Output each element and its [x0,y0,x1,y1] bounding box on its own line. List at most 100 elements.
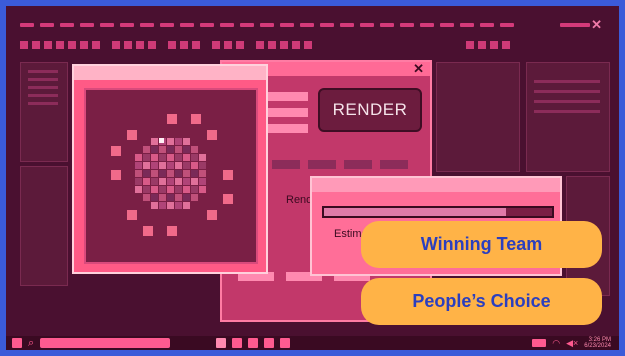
title-dash [360,23,374,27]
menu-item[interactable] [32,41,40,49]
render-button[interactable]: RENDER [318,88,422,132]
title-dash [100,23,114,27]
menu-item[interactable] [44,41,52,49]
menu-item[interactable] [136,41,144,49]
pixel-cell [175,202,182,209]
close-icon[interactable]: ✕ [413,61,424,77]
panel-line [28,94,58,97]
menu-item[interactable] [92,41,100,49]
menu-item[interactable] [490,41,498,49]
menu-item[interactable] [192,41,200,49]
title-dash [260,23,274,27]
title-dash [380,23,394,27]
menu-item[interactable] [268,41,276,49]
menu-item[interactable] [502,41,510,49]
task-view-icon[interactable] [216,338,227,348]
pixel-cell [159,194,166,201]
pixel-cell [167,138,174,145]
menu-item[interactable] [124,41,132,49]
menu-item[interactable] [236,41,244,49]
menu-item[interactable] [180,41,188,49]
menu-item[interactable] [280,41,288,49]
title-dash [160,23,174,27]
taskbar-search-input[interactable] [40,338,171,348]
menu-item[interactable] [20,41,28,49]
menu-item[interactable] [466,41,474,49]
title-dash [420,23,434,27]
menu-item[interactable] [148,41,156,49]
mail-icon[interactable] [232,338,243,348]
option-field[interactable] [268,92,308,101]
search-icon[interactable]: ⌕ [28,338,34,349]
left-layers-panel [20,166,68,286]
menu-item[interactable] [80,41,88,49]
pixel-cell [167,154,174,161]
option-field[interactable] [268,108,308,117]
pixel-cell [143,170,150,177]
menu-item[interactable] [304,41,312,49]
title-dash [560,23,590,27]
preview-window-titlebar [74,66,266,80]
option-field[interactable] [308,160,336,169]
menu-item[interactable] [56,41,64,49]
pixel-cell [143,154,150,161]
pixel-spike [147,230,153,236]
pixel-spike [115,150,121,156]
option-field[interactable] [268,124,308,133]
pixel-cell [135,186,142,193]
pixel-spike [171,230,177,236]
pixel-cell [191,178,198,185]
pixel-cell [191,194,198,201]
folder-icon[interactable] [248,338,259,348]
pixel-spike [131,134,137,140]
menu-item[interactable] [478,41,486,49]
pixel-cell [175,154,182,161]
pixel-cell [159,162,166,169]
option-field[interactable] [344,160,372,169]
pixel-cell [167,186,174,193]
close-icon[interactable]: ✕ [591,17,602,33]
menu-item[interactable] [256,41,264,49]
option-field[interactable] [380,160,408,169]
system-clock[interactable]: 3:26 PM 6/23/2024 [584,337,611,349]
system-tray: ◠ ◀× 3:26 PM 6/23/2024 [532,337,611,349]
menu-item[interactable] [224,41,232,49]
start-icon[interactable] [12,338,22,348]
title-dash [240,23,254,27]
pixel-spike [227,198,233,204]
title-dash [140,23,154,27]
pixel-cell [183,202,190,209]
pixel-cell [167,170,174,177]
menu-item[interactable] [68,41,76,49]
title-dash [280,23,294,27]
panel-line [28,78,58,81]
title-dash [320,23,334,27]
volume-icon[interactable]: ◀× [566,338,578,349]
title-dash [40,23,54,27]
pixel-cell [151,202,158,209]
pixel-cell [159,202,166,209]
app-icon[interactable] [264,338,275,348]
app-icon[interactable] [280,338,291,348]
pixel-cell [199,186,206,193]
progress-dialog-titlebar [312,178,560,192]
pixel-cell [175,170,182,177]
wifi-icon[interactable]: ◠ [552,338,560,349]
pixel-cell [183,178,190,185]
menu-item[interactable] [292,41,300,49]
pixel-cell [167,146,174,153]
option-field[interactable] [272,160,300,169]
menu-item[interactable] [168,41,176,49]
title-dash [300,23,314,27]
pixel-cell [183,194,190,201]
pixel-cell [199,170,206,177]
pixel-cell [151,194,158,201]
battery-icon[interactable] [532,339,547,347]
menu-item[interactable] [112,41,120,49]
pixel-cell [159,186,166,193]
pixel-cell [191,170,198,177]
pixel-virus-image [111,114,233,236]
menu-item[interactable] [212,41,220,49]
pixel-spike [171,118,177,124]
progress-bar-fill [324,208,507,216]
